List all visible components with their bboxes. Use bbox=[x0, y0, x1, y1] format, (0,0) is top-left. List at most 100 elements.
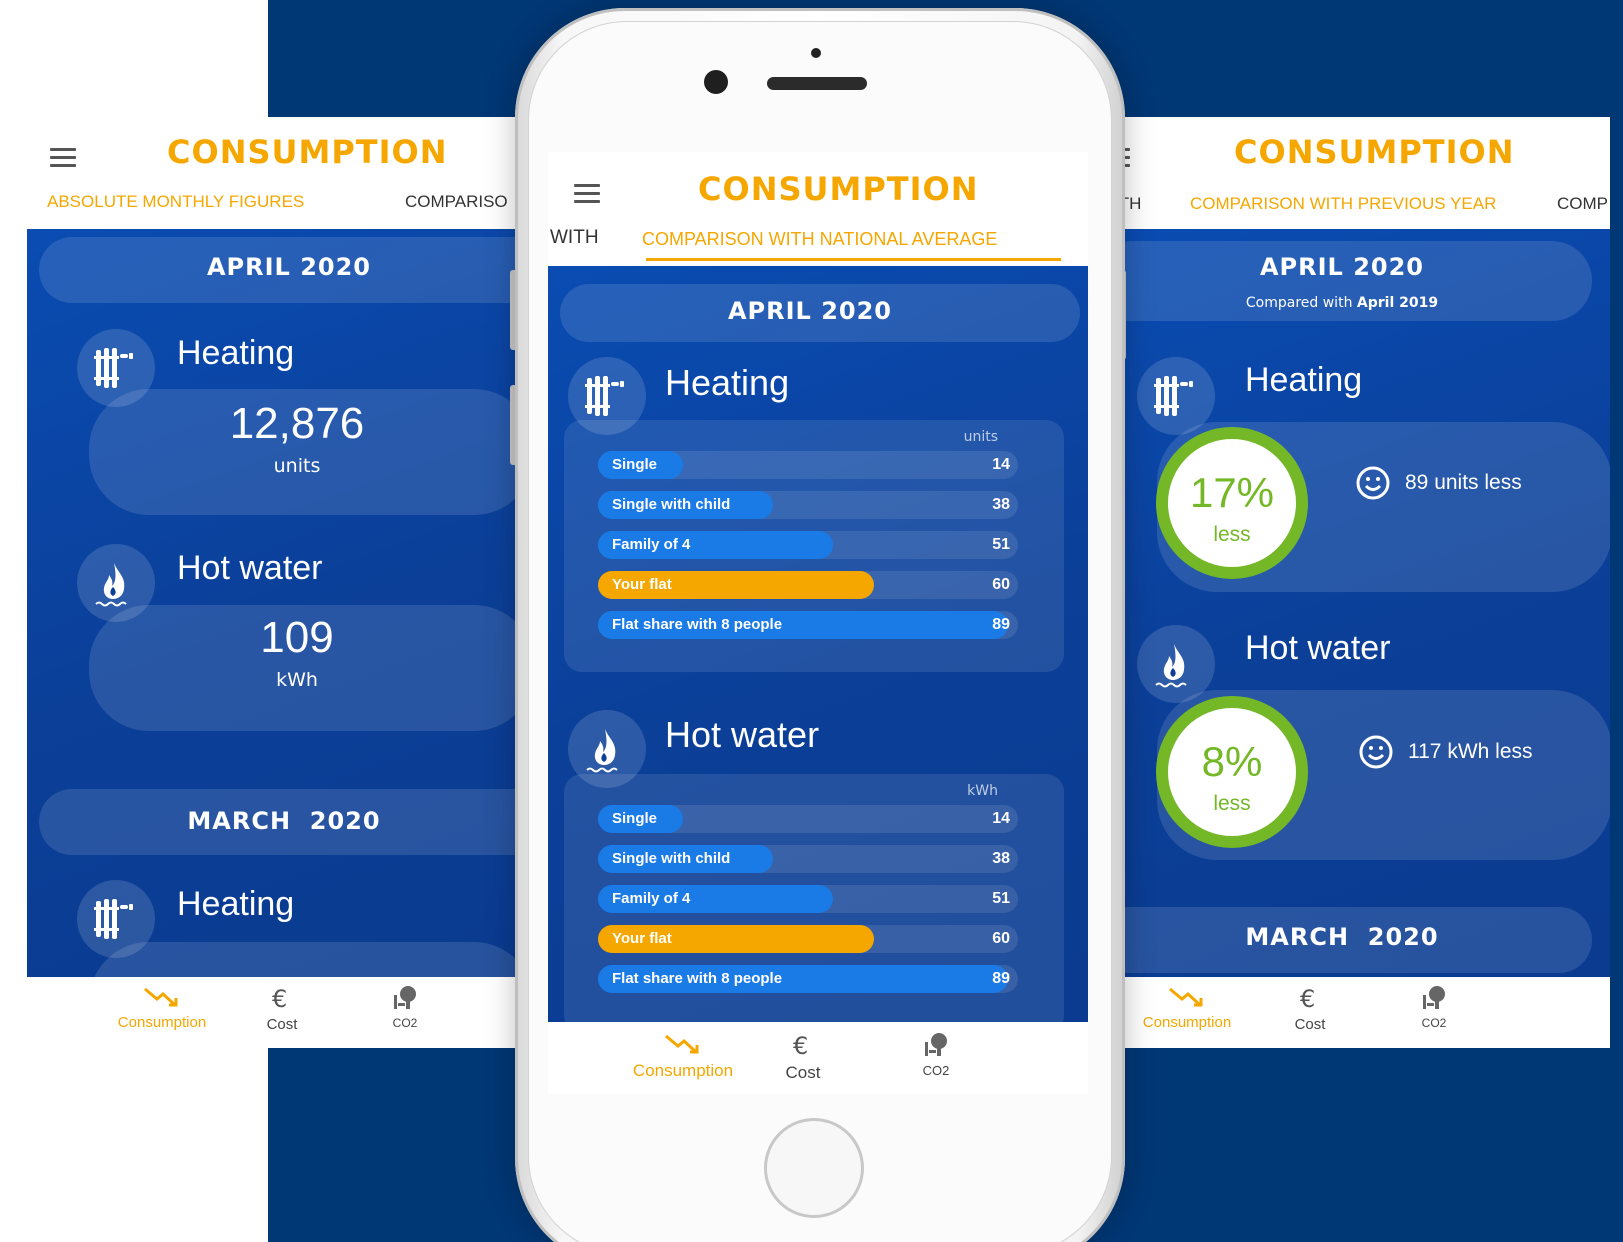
heating-percent-ring: 17% less bbox=[1156, 427, 1308, 579]
nav-cost[interactable]: € Cost bbox=[252, 985, 312, 1033]
tab-comparison-national-average[interactable]: COMPARISON WITH NATIONAL AVERAGE bbox=[642, 229, 997, 250]
page-title: CONSUMPTION bbox=[167, 133, 448, 171]
bar-value: 51 bbox=[992, 890, 1010, 907]
center-app-screen: CONSUMPTION WITH COMPARISON WITH NATIONA… bbox=[548, 152, 1088, 1094]
month-label-march: MARCH 2020 bbox=[187, 807, 381, 835]
nav-co2[interactable]: CO2 bbox=[1404, 985, 1464, 1030]
smiley-icon bbox=[1359, 735, 1393, 769]
radiator-icon bbox=[94, 899, 133, 939]
bar-label: Family of 4 bbox=[612, 536, 691, 553]
heating-percent: 17% bbox=[1189, 469, 1275, 516]
bottom-navigation: Consumption € Cost CO2 bbox=[27, 977, 525, 1048]
euro-icon: € bbox=[272, 985, 287, 1013]
bar-label: Flat share with 8 people bbox=[612, 970, 783, 987]
co2-tree-icon bbox=[925, 1033, 947, 1056]
bar-label: Single bbox=[612, 810, 658, 827]
phone-camera bbox=[704, 70, 728, 94]
month-label: APRIL 2020 bbox=[206, 253, 372, 281]
nav-consumption[interactable]: Consumption bbox=[107, 985, 217, 1031]
trend-down-icon bbox=[144, 987, 178, 1007]
bar-fill-your-flat: Your flat bbox=[598, 571, 874, 599]
phone-speaker bbox=[767, 77, 867, 90]
svg-text:€: € bbox=[272, 985, 287, 1011]
nav-label: CO2 bbox=[392, 1016, 418, 1030]
hotwater-unit-label: kWh bbox=[967, 783, 998, 799]
heating-icon-circle bbox=[1137, 357, 1215, 435]
nav-label: Cost bbox=[785, 1063, 821, 1082]
promo-stage: CONSUMPTION ABSOLUTE MONTHLY FIGURES COM… bbox=[0, 0, 1623, 1242]
month-label: APRIL 2020 bbox=[727, 297, 893, 325]
bar-value: 38 bbox=[992, 496, 1010, 513]
bar-row-track: Single 14 bbox=[598, 805, 1018, 833]
euro-icon: € bbox=[793, 1032, 808, 1060]
section-title-hotwater: Hot water bbox=[177, 549, 323, 587]
month-label-march: MARCH 2020 bbox=[1245, 923, 1439, 951]
nav-co2[interactable]: CO2 bbox=[375, 985, 435, 1030]
heating-direction: less bbox=[1213, 523, 1251, 546]
bar-value: 60 bbox=[992, 576, 1010, 593]
nav-label: Cost bbox=[1294, 1016, 1326, 1033]
heating-detail: 89 units less bbox=[1405, 471, 1522, 494]
bar-label: Single bbox=[612, 456, 658, 473]
hotwater-percent: 8% bbox=[1201, 738, 1263, 785]
tab-comparison-more[interactable]: COMP bbox=[1557, 194, 1608, 214]
euro-icon: € bbox=[1300, 985, 1315, 1013]
bar-label: Single with child bbox=[612, 850, 731, 867]
bar-value: 60 bbox=[992, 930, 1010, 947]
bar-row-track: Flat share with 8 people 89 bbox=[598, 965, 1018, 993]
flame-water-icon bbox=[586, 729, 618, 773]
nav-label: CO2 bbox=[1421, 1016, 1447, 1030]
hamburger-menu-icon[interactable] bbox=[574, 184, 600, 204]
radiator-icon bbox=[585, 376, 624, 416]
hotwater-icon-circle bbox=[77, 544, 155, 622]
hamburger-menu-icon[interactable] bbox=[50, 148, 76, 168]
nav-label: Cost bbox=[266, 1016, 298, 1033]
section-title-hotwater: Hot water bbox=[1245, 629, 1391, 667]
bottom-navigation: Consumption € Cost CO2 bbox=[1112, 977, 1610, 1048]
compared-prefix: Compared with bbox=[1245, 295, 1357, 311]
bar-fill: Flat share with 8 people bbox=[598, 965, 1008, 993]
hotwater-unit: kWh bbox=[276, 669, 318, 691]
tab-comparison-previous-year[interactable]: COMPARISON WITH PREVIOUS YEAR bbox=[1190, 194, 1496, 214]
co2-tree-icon bbox=[394, 986, 416, 1009]
bar-fill-your-flat: Your flat bbox=[598, 925, 874, 953]
hotwater-value: 109 bbox=[260, 613, 334, 662]
bar-value: 14 bbox=[992, 810, 1010, 827]
nav-label: Consumption bbox=[117, 1014, 207, 1031]
radiator-icon bbox=[94, 348, 133, 388]
hotwater-percent-ring: 8% less bbox=[1156, 696, 1308, 848]
nav-cost[interactable]: € Cost bbox=[773, 1032, 833, 1083]
bar-fill: Family of 4 bbox=[598, 531, 833, 559]
compared-with-label: Compared with April 2019 bbox=[1152, 295, 1532, 311]
nav-consumption[interactable]: Consumption bbox=[623, 1032, 743, 1081]
nav-label: Consumption bbox=[632, 1061, 734, 1080]
nav-label: CO2 bbox=[922, 1063, 950, 1078]
tab-with[interactable]: WITH bbox=[550, 227, 599, 249]
bar-row-track: Flat share with 8 people 89 bbox=[598, 611, 1018, 639]
left-header: CONSUMPTION ABSOLUTE MONTHLY FIGURES COM… bbox=[27, 117, 525, 229]
bar-fill: Single bbox=[598, 805, 683, 833]
hotwater-icon-circle bbox=[1137, 625, 1215, 703]
bar-label: Family of 4 bbox=[612, 890, 691, 907]
compared-month: April 2019 bbox=[1356, 295, 1439, 311]
bar-value: 14 bbox=[992, 456, 1010, 473]
march-heating-icon-circle bbox=[77, 880, 155, 958]
nav-consumption[interactable]: Consumption bbox=[1132, 985, 1242, 1031]
heating-unit-label: units bbox=[963, 429, 998, 445]
right-header: CONSUMPTION ITH COMPARISON WITH PREVIOUS… bbox=[1112, 117, 1610, 229]
nav-co2[interactable]: CO2 bbox=[906, 1032, 966, 1078]
bar-row-track: Single with child 38 bbox=[598, 845, 1018, 873]
nav-cost[interactable]: € Cost bbox=[1280, 985, 1340, 1033]
section-title-heating-march: Heating bbox=[177, 885, 295, 923]
phone-home-button[interactable] bbox=[764, 1118, 864, 1218]
tab-comparison[interactable]: COMPARISO bbox=[405, 192, 508, 212]
phone-sensor bbox=[811, 48, 821, 58]
bar-fill: Single with child bbox=[598, 491, 773, 519]
section-title-heating: Heating bbox=[665, 362, 790, 403]
flame-water-icon bbox=[95, 563, 127, 607]
smiley-icon bbox=[1356, 466, 1390, 500]
section-title-heating: Heating bbox=[1245, 361, 1363, 399]
bar-label: Your flat bbox=[612, 576, 672, 593]
tab-absolute-monthly-figures[interactable]: ABSOLUTE MONTHLY FIGURES bbox=[47, 192, 304, 212]
bar-value: 89 bbox=[992, 970, 1010, 987]
